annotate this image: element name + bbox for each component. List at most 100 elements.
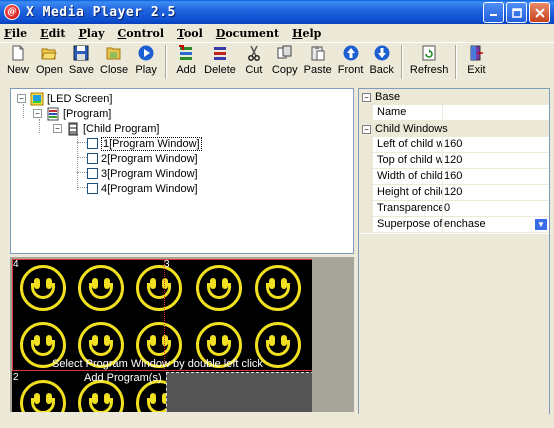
property-row-transparence[interactable]: Transparence 0	[359, 201, 549, 217]
property-name: Top of child wi	[373, 153, 443, 168]
maximize-button[interactable]	[506, 2, 527, 23]
property-gutter	[359, 185, 373, 200]
close-label: Close	[100, 64, 129, 76]
refresh-button[interactable]: Refresh	[407, 43, 452, 76]
paste-button[interactable]: Paste	[301, 43, 335, 76]
add-label: Add	[176, 64, 196, 76]
window-checkbox[interactable]	[87, 168, 98, 179]
front-label: Front	[337, 64, 364, 76]
property-value[interactable]: 120	[443, 185, 549, 200]
collapse-icon[interactable]: −	[33, 109, 42, 118]
property-gutter	[359, 153, 373, 168]
close-folder-icon	[106, 47, 121, 60]
arrow-down-icon	[374, 45, 390, 61]
property-value: enchase	[444, 218, 486, 230]
collapse-icon[interactable]: −	[53, 124, 62, 133]
play-button[interactable]: Play	[131, 43, 161, 76]
scissors-icon	[247, 45, 260, 61]
menu-help-accel: H	[292, 26, 303, 40]
property-gutter	[359, 137, 373, 152]
led-display-area[interactable]: 4 3 2 Select Program Window by double le…	[12, 259, 312, 412]
tree-node-label: 1[Program Window]	[101, 136, 202, 151]
menu-tool[interactable]: Tool	[177, 27, 203, 40]
window-checkbox[interactable]	[87, 183, 98, 194]
minimize-button[interactable]	[483, 2, 504, 23]
property-value[interactable]	[443, 105, 549, 120]
menu-document[interactable]: Document	[216, 27, 279, 40]
property-value[interactable]: 0	[443, 201, 549, 216]
menu-play[interactable]: Play	[79, 27, 105, 40]
collapse-icon[interactable]: −	[362, 124, 371, 134]
close-button[interactable]: Close	[97, 43, 131, 76]
dropdown-arrow-icon[interactable]: ▼	[534, 218, 548, 231]
copy-button[interactable]: Copy	[269, 43, 301, 76]
collapse-icon[interactable]: −	[362, 92, 371, 102]
exit-label: Exit	[467, 64, 486, 76]
menu-file[interactable]: File	[4, 27, 27, 40]
program-window-4[interactable]	[166, 372, 312, 412]
property-row-width[interactable]: Width of child v 160	[359, 169, 549, 185]
refresh-label: Refresh	[409, 64, 449, 76]
cut-button[interactable]: Cut	[239, 43, 269, 76]
tree-node-window-2[interactable]: 2[Program Window]	[87, 151, 198, 166]
smiley-icon	[255, 265, 301, 311]
close-window-button[interactable]	[529, 2, 550, 23]
property-value[interactable]: 160	[443, 169, 549, 184]
window-divider	[164, 259, 165, 371]
category-label: Child Windows	[375, 123, 448, 135]
open-button[interactable]: Open	[33, 43, 66, 76]
property-row-left[interactable]: Left of child wi 160	[359, 137, 549, 153]
property-value[interactable]: 120	[443, 153, 549, 168]
delete-icon	[214, 47, 227, 60]
tree-connector	[39, 119, 40, 133]
menu-edit[interactable]: Edit	[40, 27, 65, 40]
tree-node-window-4[interactable]: 4[Program Window]	[87, 181, 198, 196]
property-name: Name	[373, 105, 443, 120]
collapse-icon[interactable]: −	[17, 94, 26, 103]
save-button[interactable]: Save	[66, 43, 97, 76]
add-button[interactable]: Add	[171, 43, 201, 76]
tree-node-window-3[interactable]: 3[Program Window]	[87, 166, 198, 181]
tree-node-led-screen[interactable]: − [LED Screen]	[17, 91, 112, 106]
new-button[interactable]: New	[3, 43, 33, 76]
tree-node-label: 4[Program Window]	[101, 182, 198, 195]
menu-help[interactable]: Help	[292, 27, 321, 40]
menu-document-accel: D	[215, 26, 226, 40]
exit-button[interactable]: Exit	[461, 43, 491, 76]
paste-label: Paste	[303, 64, 332, 76]
arrow-up-icon	[343, 45, 359, 61]
property-row-name[interactable]: Name	[359, 105, 549, 121]
new-label: New	[6, 64, 29, 76]
property-value-dropdown[interactable]: enchase ▼	[443, 217, 549, 232]
window-title: X Media Player 2.5	[26, 4, 176, 20]
copy-label: Copy	[271, 64, 298, 76]
add-program-text[interactable]: Add Program(s)	[84, 372, 162, 384]
tree-node-label: 3[Program Window]	[101, 167, 198, 180]
delete-button[interactable]: Delete	[201, 43, 239, 76]
toolbar-separator	[400, 45, 403, 79]
save-disk-icon	[73, 45, 89, 61]
open-folder-icon	[41, 48, 58, 60]
tree-node-child-program[interactable]: − [Child Program]	[53, 121, 159, 136]
property-row-top[interactable]: Top of child wi 120	[359, 153, 549, 169]
window-checkbox[interactable]	[87, 138, 98, 149]
app-logo-icon[interactable]: @	[4, 4, 20, 20]
menu-control-accel: C	[117, 26, 127, 40]
menu-control[interactable]: Control	[118, 27, 165, 40]
property-gutter	[359, 169, 373, 184]
back-button[interactable]: Back	[366, 43, 396, 76]
title-bar: @ X Media Player 2.5	[0, 0, 554, 24]
smiley-icon	[136, 265, 182, 311]
category-child-windows[interactable]: − Child Windows	[359, 121, 549, 137]
front-button[interactable]: Front	[335, 43, 367, 76]
tree-node-program[interactable]: − [Program]	[33, 106, 111, 121]
led-preview-pane[interactable]: 4 3 2 Select Program Window by double le…	[10, 257, 354, 412]
toolbar-separator	[165, 45, 168, 79]
window-checkbox[interactable]	[87, 153, 98, 164]
tree-node-window-1[interactable]: 1[Program Window]	[87, 136, 202, 151]
program-tree[interactable]: − [LED Screen] − [Program] − [Child Prog…	[10, 88, 354, 254]
category-base[interactable]: − Base	[359, 89, 549, 105]
property-row-height[interactable]: Height of child 120	[359, 185, 549, 201]
property-row-superpose[interactable]: Superpose of c enchase ▼	[359, 217, 549, 233]
property-value[interactable]: 160	[443, 137, 549, 152]
